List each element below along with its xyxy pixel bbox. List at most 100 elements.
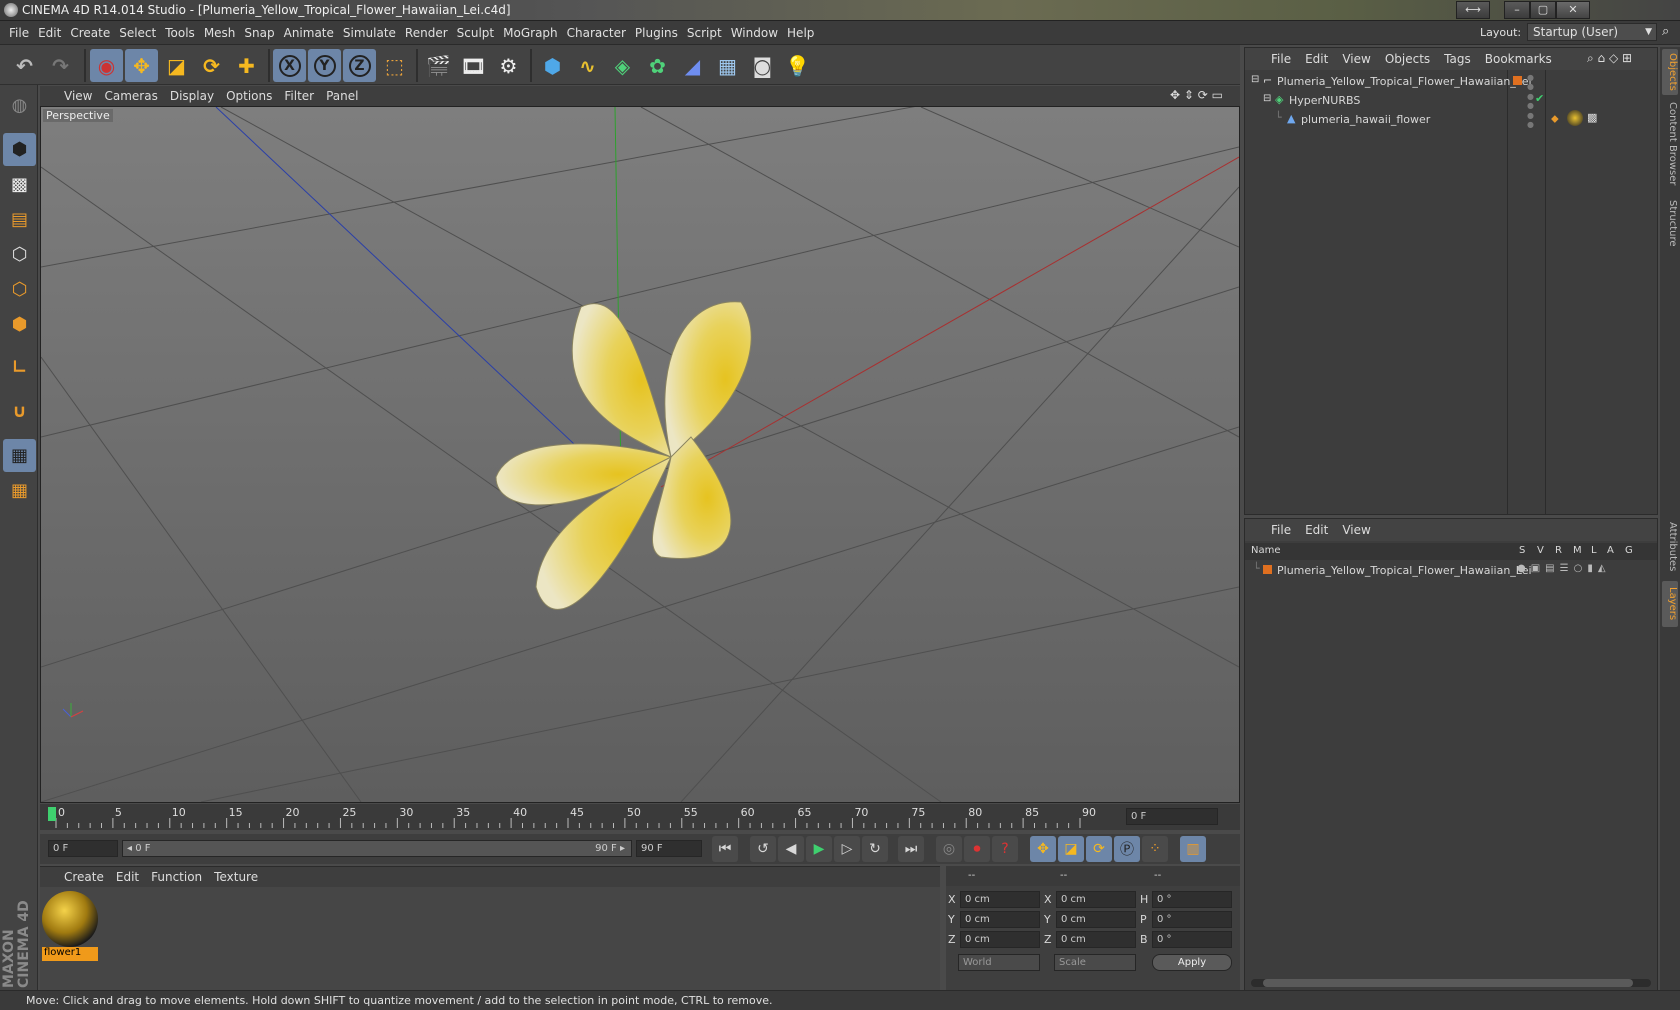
- col-manager[interactable]: M: [1573, 545, 1582, 556]
- menu-script[interactable]: Script: [687, 26, 722, 40]
- tab-attributes[interactable]: Attributes: [1662, 517, 1678, 577]
- camera-icon[interactable]: ◙: [746, 49, 779, 82]
- object-name[interactable]: HyperNURBS: [1289, 94, 1360, 107]
- rotation-b-field[interactable]: 0 °: [1152, 931, 1232, 948]
- tab-objects[interactable]: Objects: [1662, 49, 1678, 95]
- autokeying-icon[interactable]: ⏺: [964, 836, 990, 862]
- tree-expand-icon[interactable]: ⊟: [1263, 93, 1271, 104]
- position-y-field[interactable]: 0 cm: [960, 911, 1040, 928]
- visibility-dots-icon[interactable]: ● ●: [1527, 73, 1534, 91]
- material-menu-texture[interactable]: Texture: [214, 870, 258, 884]
- go-to-start-icon[interactable]: ⏮: [712, 836, 738, 862]
- start-frame-field[interactable]: 0 F: [48, 840, 118, 857]
- x-axis-lock-button[interactable]: X: [273, 49, 306, 82]
- key-point-level-icon[interactable]: ⁘: [1142, 836, 1168, 862]
- timeline-window-icon[interactable]: ▥: [1180, 836, 1206, 862]
- size-z-field[interactable]: 0 cm: [1056, 931, 1136, 948]
- keyframe-selection-icon[interactable]: ?: [992, 836, 1018, 862]
- lm-menu-file[interactable]: File: [1271, 523, 1291, 537]
- object-row[interactable]: └ ▲ plumeria_hawaii_flower ● ● ⬥ ▩: [1245, 110, 1657, 129]
- material-swatch[interactable]: flower1: [42, 891, 98, 963]
- enabled-check-icon[interactable]: ✔: [1535, 92, 1544, 105]
- lm-menu-view[interactable]: View: [1342, 523, 1370, 537]
- col-animation[interactable]: A: [1607, 545, 1614, 556]
- workplane-lock-icon[interactable]: ▦: [3, 439, 36, 472]
- col-solo[interactable]: S: [1519, 545, 1525, 556]
- om-menu-tags[interactable]: Tags: [1444, 52, 1471, 66]
- next-frame-icon[interactable]: ▷: [834, 836, 860, 862]
- horizontal-scrollbar[interactable]: [1251, 979, 1651, 987]
- material-menu-function[interactable]: Function: [151, 870, 202, 884]
- current-frame-field[interactable]: 0 F: [1126, 808, 1218, 825]
- move-tool-icon[interactable]: ✥: [125, 49, 158, 82]
- cube-primitive-icon[interactable]: ⬢: [536, 49, 569, 82]
- texture-mode-icon[interactable]: ▩: [3, 168, 36, 201]
- live-selection-icon[interactable]: ◉: [90, 49, 123, 82]
- render-settings-icon[interactable]: ⚙: [492, 49, 525, 82]
- next-key-icon[interactable]: ↻: [862, 836, 888, 862]
- om-menu-edit[interactable]: Edit: [1305, 52, 1328, 66]
- material-tag-icon[interactable]: [1567, 110, 1583, 126]
- floor-scene-icon[interactable]: ▦: [711, 49, 744, 82]
- object-name[interactable]: plumeria_hawaii_flower: [1301, 113, 1430, 126]
- rotate-tool-icon[interactable]: ⟳: [195, 49, 228, 82]
- render-view-icon[interactable]: 🎬: [422, 49, 455, 82]
- tab-structure[interactable]: Structure: [1662, 195, 1678, 251]
- col-generators[interactable]: G: [1625, 545, 1633, 556]
- search-icon[interactable]: ⌕: [1662, 24, 1669, 39]
- menu-file[interactable]: File: [9, 26, 29, 40]
- render-picture-viewer-icon[interactable]: 🎞: [457, 49, 490, 82]
- size-mode-dropdown[interactable]: Scale: [1054, 954, 1136, 971]
- layout-dropdown[interactable]: Startup (User) ▼: [1527, 23, 1657, 41]
- coordinate-system-icon[interactable]: ⬚: [378, 49, 411, 82]
- scale-tool-icon[interactable]: ◪: [160, 49, 193, 82]
- z-axis-lock-button[interactable]: Z: [343, 49, 376, 82]
- model-mode-icon[interactable]: ⬢: [3, 133, 36, 166]
- viewport-menu-view[interactable]: View: [64, 89, 92, 103]
- menu-create[interactable]: Create: [70, 26, 110, 40]
- rotation-p-field[interactable]: 0 °: [1152, 911, 1232, 928]
- key-position-icon[interactable]: ✥: [1030, 836, 1056, 862]
- layer-flag-icons[interactable]: ●▣▤☰○▮◭: [1517, 563, 1611, 574]
- layer-row[interactable]: └ Plumeria_Yellow_Tropical_Flower_Hawaii…: [1245, 561, 1657, 579]
- viewport-perspective[interactable]: Perspective: [40, 106, 1240, 803]
- position-x-field[interactable]: 0 cm: [960, 891, 1040, 908]
- make-editable-icon[interactable]: ◍: [3, 89, 36, 122]
- size-y-field[interactable]: 0 cm: [1056, 911, 1136, 928]
- om-menu-objects[interactable]: Objects: [1385, 52, 1430, 66]
- material-menu-create[interactable]: Create: [64, 870, 104, 884]
- tree-expand-icon[interactable]: ⊟: [1251, 74, 1259, 85]
- previous-key-icon[interactable]: ↺: [750, 836, 776, 862]
- y-axis-lock-button[interactable]: Y: [308, 49, 341, 82]
- menu-plugins[interactable]: Plugins: [635, 26, 678, 40]
- menu-window[interactable]: Window: [731, 26, 778, 40]
- key-scale-icon[interactable]: ◪: [1058, 836, 1084, 862]
- polygons-mode-icon[interactable]: ⬢: [3, 308, 36, 341]
- menu-sculpt[interactable]: Sculpt: [457, 26, 494, 40]
- col-render[interactable]: R: [1555, 545, 1562, 556]
- recent-tool-icon[interactable]: ✚: [230, 49, 263, 82]
- viewport-menu-cameras[interactable]: Cameras: [104, 89, 157, 103]
- key-parameter-icon[interactable]: Ⓟ: [1114, 836, 1140, 862]
- axis-lock-icon[interactable]: ▦: [3, 474, 36, 507]
- menu-simulate[interactable]: Simulate: [343, 26, 396, 40]
- key-rotation-icon[interactable]: ⟳: [1086, 836, 1112, 862]
- layer-name[interactable]: Plumeria_Yellow_Tropical_Flower_Hawaiian…: [1277, 564, 1532, 577]
- menu-select[interactable]: Select: [119, 26, 156, 40]
- menu-tools[interactable]: Tools: [165, 26, 195, 40]
- phong-tag-icon[interactable]: ⬥: [1551, 112, 1559, 126]
- col-name[interactable]: Name: [1251, 545, 1281, 556]
- timeline-ruler[interactable]: 0 5 10 15 20 25 30 35 40 45 50 55 60 65 70 75 80 85 90 0 F: [40, 804, 1240, 830]
- close-button[interactable]: ✕: [1556, 1, 1590, 19]
- menu-mesh[interactable]: Mesh: [204, 26, 236, 40]
- nurbs-icon[interactable]: ◈: [606, 49, 639, 82]
- col-locked[interactable]: L: [1591, 545, 1597, 556]
- edges-mode-icon[interactable]: ⬡: [3, 273, 36, 306]
- viewport-nav-icons[interactable]: ✥ ⇕ ⟳ ▭: [1170, 88, 1223, 102]
- array-icon[interactable]: ✿: [641, 49, 674, 82]
- visibility-dots-icon[interactable]: ● ●: [1527, 92, 1534, 110]
- om-menu-bookmarks[interactable]: Bookmarks: [1485, 52, 1552, 66]
- uvw-tag-icon[interactable]: ▩: [1587, 111, 1597, 124]
- snapping-icon[interactable]: ∪: [3, 395, 36, 428]
- menu-render[interactable]: Render: [405, 26, 448, 40]
